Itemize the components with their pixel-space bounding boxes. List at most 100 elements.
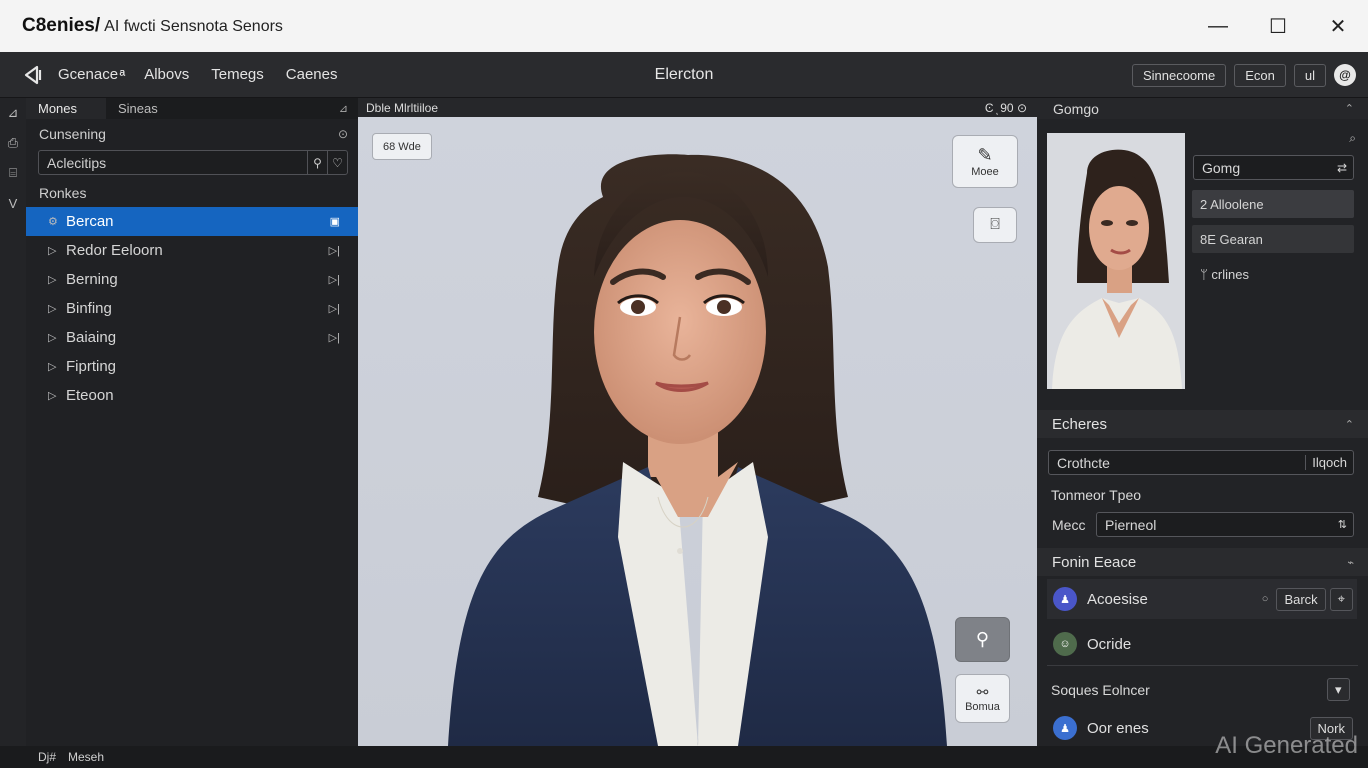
- tree-item-label: Berning: [66, 271, 118, 288]
- user-tool-button[interactable]: ⚲: [955, 617, 1010, 662]
- form-row-value: Pierneol: [1105, 516, 1157, 533]
- option-0[interactable]: 2 Alloolene: [1192, 190, 1354, 218]
- tree-header: Ronkes: [39, 185, 87, 201]
- dropdown-icon: ⇄: [1336, 160, 1347, 175]
- tree-item-6[interactable]: ▷ Eteoon: [26, 381, 358, 410]
- collapse-icon[interactable]: ⌃: [1345, 418, 1354, 431]
- tree-item-5[interactable]: ▷ Fiprting: [26, 352, 358, 381]
- section-2-input[interactable]: Crothcte Ilqoch: [1048, 450, 1354, 475]
- search-value: Aclecitips: [47, 154, 107, 171]
- menu-item-2[interactable]: Temegs: [211, 66, 264, 83]
- divider: [1047, 665, 1358, 666]
- filter-icon[interactable]: ♡: [327, 151, 347, 174]
- play-icon[interactable]: ▷|: [329, 302, 340, 315]
- tree-item-label: Baiaing: [66, 329, 117, 346]
- close-button[interactable]: ✕: [1308, 0, 1368, 52]
- minimize-button[interactable]: —: [1188, 0, 1248, 52]
- rail-print-icon[interactable]: ⎙: [0, 128, 26, 158]
- option-1[interactable]: 8E Gearan: [1192, 225, 1354, 253]
- viewport-controls[interactable]: Ͼ ͅ 90 ⊙: [985, 101, 1027, 115]
- search-input[interactable]: Aclecitips ⚲ ♡: [38, 150, 348, 175]
- avatar: ☺: [1053, 632, 1077, 656]
- tree-item-label: Eteoon: [66, 387, 114, 404]
- status-bar: Dj# Meseh: [0, 746, 1368, 768]
- chevron-right-icon[interactable]: ▷: [48, 331, 66, 344]
- tree-item-label: Fiprting: [66, 358, 117, 375]
- list-item-label: Oor enes: [1087, 719, 1149, 737]
- chevron-right-icon[interactable]: ▷: [48, 389, 66, 402]
- window-title-text: AI fwcti Sensnota Senors: [104, 18, 283, 35]
- list-item[interactable]: ♟ Acoesise ○ Barck ⌖: [1047, 579, 1357, 619]
- menu-item-3[interactable]: Caenes: [286, 66, 338, 83]
- tree-item-label: Binfing: [66, 300, 112, 317]
- toolbar-button-0[interactable]: Sinnecoome: [1131, 64, 1227, 87]
- bones-icon: ⚯: [976, 684, 989, 700]
- pin-icon[interactable]: ⊿: [339, 102, 348, 115]
- settings-icon[interactable]: ⊙: [338, 127, 348, 141]
- list-item[interactable]: ☺ Ocride: [1047, 624, 1357, 664]
- view-mode-chip[interactable]: 68 Wde: [372, 133, 432, 160]
- toggle-icon[interactable]: ○: [1262, 593, 1269, 605]
- tree-item-2[interactable]: ▷ Berning ▷|: [26, 265, 358, 294]
- collapse-icon[interactable]: ⌃: [1345, 102, 1354, 115]
- play-icon[interactable]: ▷|: [329, 331, 340, 344]
- window-title: C8enies/AI fwcti Sensnota Senors: [22, 15, 283, 37]
- checkbox-icon[interactable]: ▣: [330, 215, 340, 228]
- option-2[interactable]: ᛘ crlines: [1192, 260, 1354, 288]
- play-icon[interactable]: ▷|: [329, 273, 340, 286]
- character-viewport[interactable]: 68 Wde ✎ Moee ⌼ ⚲ ⚯ Bomua: [358, 117, 1037, 746]
- form-row-select[interactable]: Pierneol ⇅: [1096, 512, 1354, 537]
- ai-generated-watermark: AI Generated: [1215, 732, 1358, 759]
- preset-value: Gomg: [1202, 159, 1241, 176]
- gear-icon: ⚙: [48, 216, 58, 228]
- chevron-right-icon[interactable]: ▷: [48, 360, 66, 373]
- chevron-right-icon[interactable]: ▷: [48, 244, 66, 257]
- profile-icon[interactable]: @: [1334, 64, 1356, 86]
- rail-cursor-icon[interactable]: ⊿: [0, 98, 26, 128]
- bones-tool-label: Bomua: [965, 701, 1000, 713]
- pin-icon[interactable]: ⌖: [1329, 587, 1353, 611]
- tree-item-0[interactable]: ⚙ Bercan ▣: [26, 207, 358, 236]
- tree-item-1[interactable]: ▷ Redor Eeloorn ▷|: [26, 236, 358, 265]
- chevron-right-icon[interactable]: ▷: [48, 273, 66, 286]
- play-icon[interactable]: ▷|: [329, 244, 340, 257]
- status-text: Meseh: [68, 750, 105, 764]
- section-2-input-value: Crothcte: [1057, 454, 1110, 471]
- expand-icon[interactable]: ⌁: [1347, 556, 1354, 569]
- tree-item-label: Redor Eeloorn: [66, 242, 163, 259]
- tree-item-4[interactable]: ▷ Baiaing ▷|: [26, 323, 358, 352]
- form-row-label: Mecc: [1052, 517, 1086, 533]
- preset-dropdown[interactable]: Gomg ⇄: [1193, 155, 1354, 180]
- info-icon[interactable]: ⌕: [1349, 131, 1356, 146]
- character-thumbnail-image: [1047, 133, 1185, 389]
- snapshot-button[interactable]: ⌼: [973, 207, 1017, 243]
- section-title: Cunsening: [39, 125, 106, 142]
- status-left: Dj#: [38, 750, 57, 764]
- character-thumbnail[interactable]: [1047, 133, 1185, 389]
- rail-layers-icon[interactable]: ⌸: [0, 158, 26, 188]
- section-header-3[interactable]: Fonin Eeace ⌁: [1037, 548, 1368, 576]
- menu-item-1[interactable]: Albovs: [144, 66, 189, 83]
- tab-1[interactable]: Sineas: [106, 98, 170, 119]
- list-item-button[interactable]: Barck: [1276, 587, 1326, 611]
- maximize-button[interactable]: ☐: [1248, 0, 1308, 52]
- section-header-2[interactable]: Echeres ⌃: [1037, 410, 1368, 438]
- search-icon[interactable]: ⚲: [307, 151, 327, 174]
- bones-tool-button[interactable]: ⚯ Bomua: [955, 674, 1010, 723]
- viewport-title: Dble Mlrltiiloe: [366, 100, 439, 115]
- right-panel: Gomgo ⌃ ⌕ Gomg ⇄ 2 Alloolene 8E Gearan ᛘ…: [1037, 98, 1368, 746]
- menu-item-0[interactable]: Gcenace ͣͣͣ: [58, 66, 122, 83]
- section-4-dropdown[interactable]: ▾: [1327, 678, 1350, 701]
- rail-filter-icon[interactable]: V: [0, 188, 26, 218]
- chevron-right-icon[interactable]: ▷: [48, 302, 66, 315]
- section-2-input-button[interactable]: Ilqoch: [1305, 455, 1353, 470]
- right-panel-title: Gomgo: [1053, 100, 1099, 117]
- move-tool-button[interactable]: ✎ Moee: [952, 135, 1018, 188]
- toolbar-button-2[interactable]: ul: [1293, 64, 1326, 87]
- section-4-title: Soques Eolncer: [1051, 682, 1150, 698]
- left-panel: Mones Sineas ⊿ Cunsening ⊙ Aclecitips ⚲ …: [26, 98, 358, 746]
- tree-item-label: Bercan: [66, 213, 114, 230]
- tab-0[interactable]: Mones: [26, 98, 106, 119]
- toolbar-button-1[interactable]: Econ: [1234, 64, 1286, 87]
- tree-item-3[interactable]: ▷ Binfing ▷|: [26, 294, 358, 323]
